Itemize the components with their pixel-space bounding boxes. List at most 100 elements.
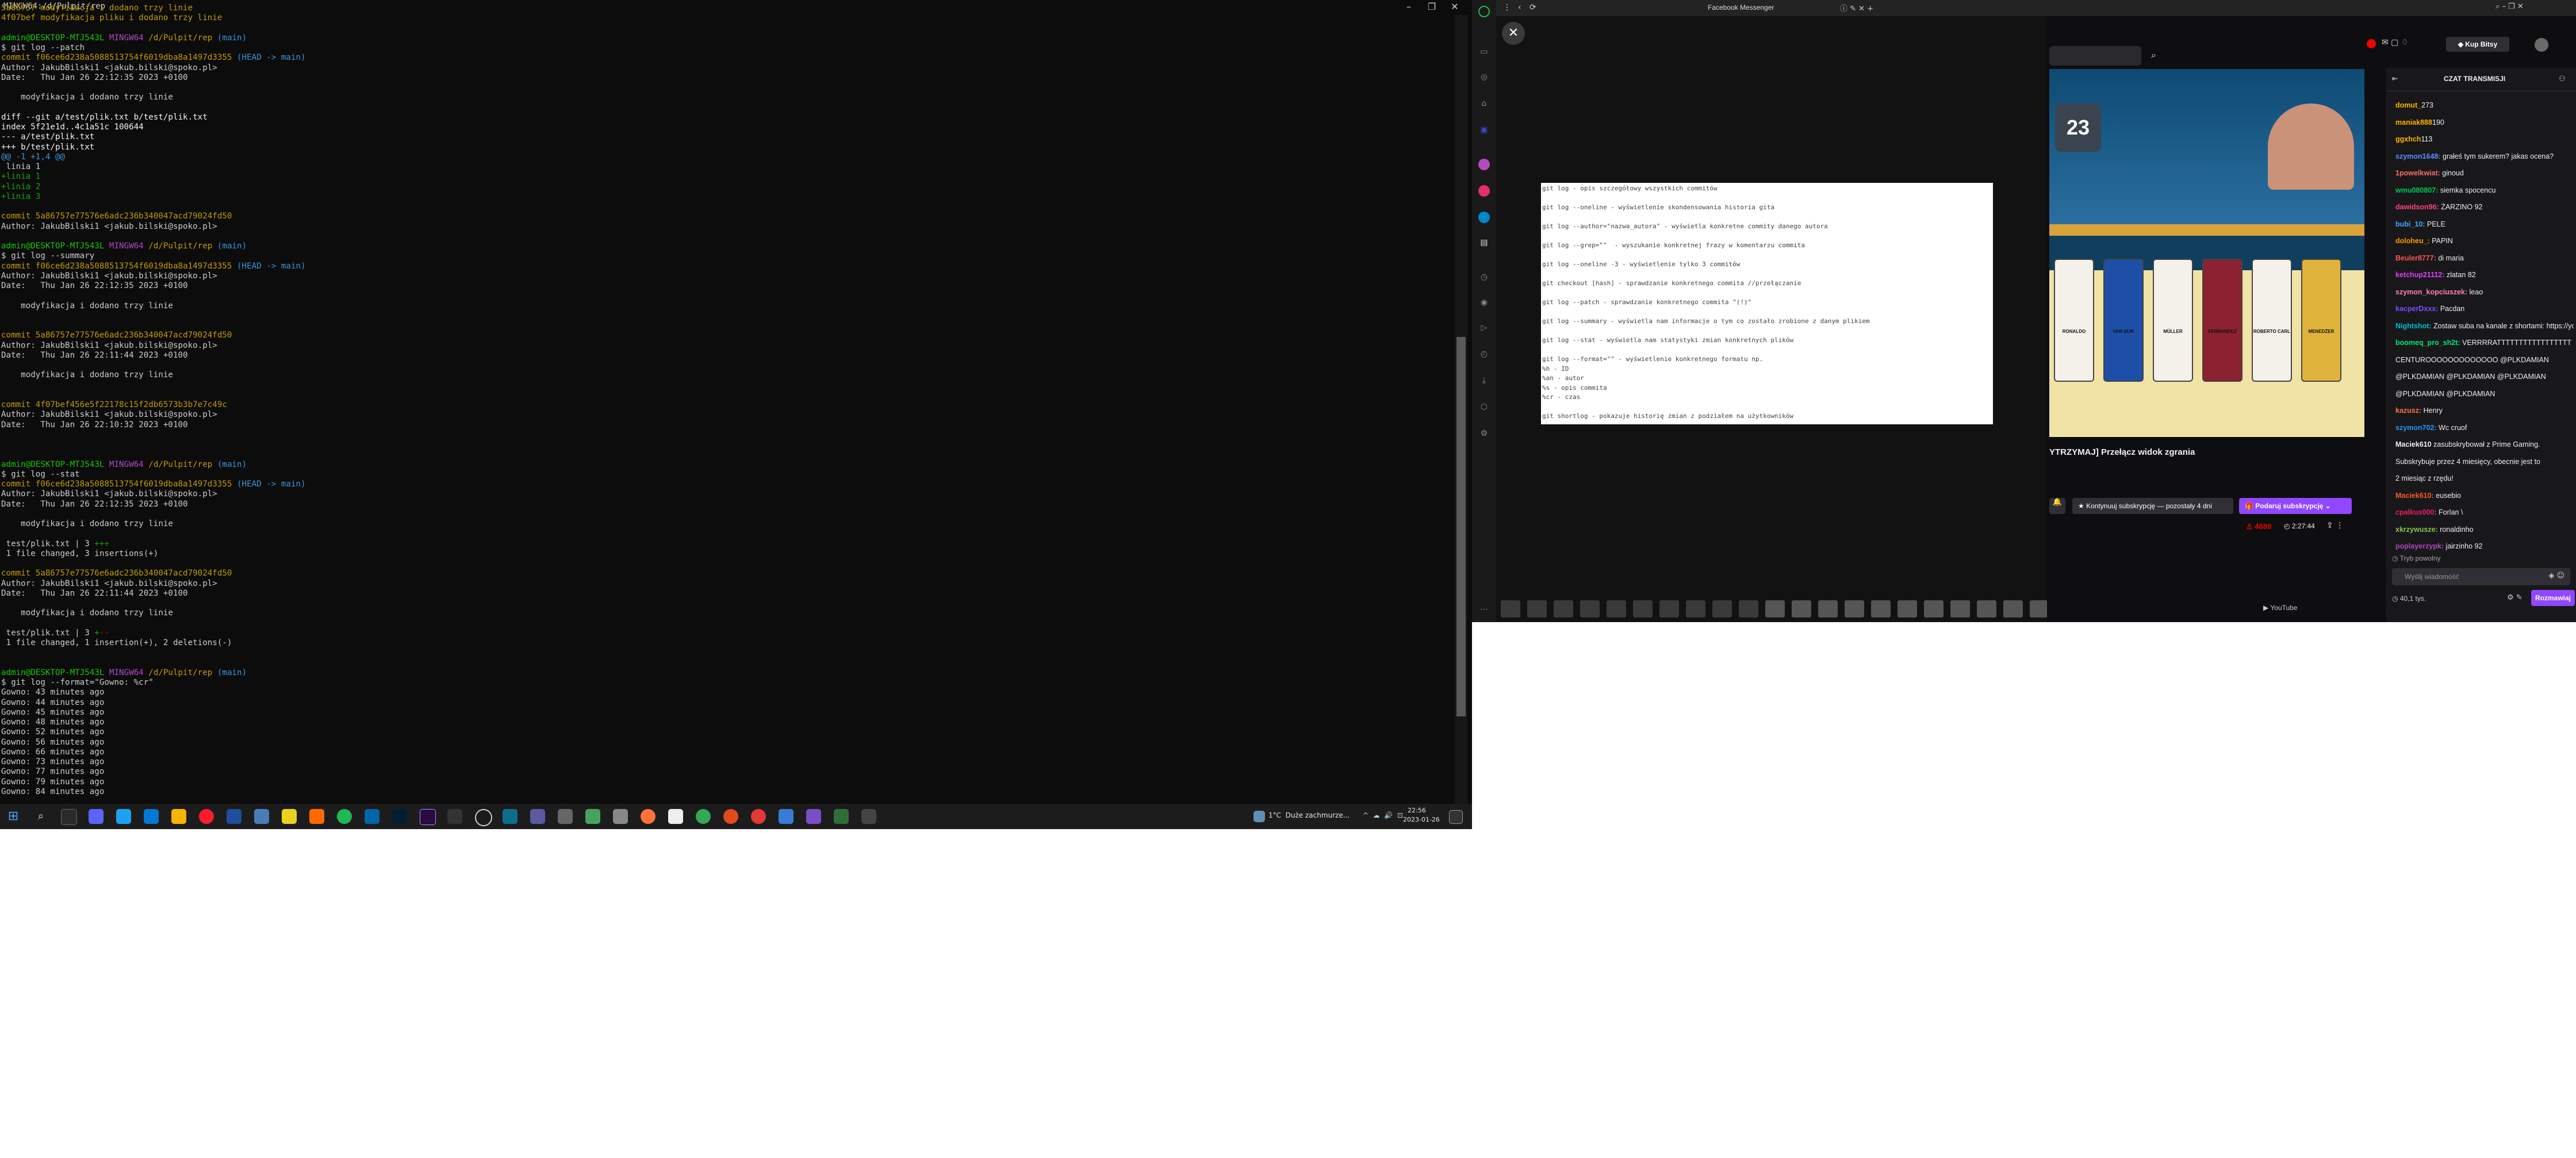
after-effects-icon[interactable] <box>420 809 436 825</box>
weather-icon[interactable] <box>1254 811 1265 822</box>
chat-username[interactable]: Maciek610: <box>2395 492 2434 500</box>
app-icon-14[interactable] <box>668 809 683 824</box>
thumbnail[interactable] <box>1686 600 1705 618</box>
chat-username[interactable]: szymon_kopciuszek: <box>2395 288 2467 296</box>
thumbnail[interactable] <box>2030 600 2049 618</box>
terminal-output[interactable]: 5a86757 modyfikacja i dodano trzy linie 4… <box>1 3 1450 797</box>
chat-username[interactable]: kacperDxxx: <box>2395 305 2438 313</box>
avatar[interactable] <box>2535 38 2548 52</box>
app-icon-3[interactable] <box>227 809 241 824</box>
terminal-window[interactable]: MINGW64:/d/Pulpit/rep – ❐ ✕ 5a86757 mody… <box>0 0 1472 811</box>
chat-username[interactable]: maniak888 <box>2395 118 2432 126</box>
spotify-icon[interactable] <box>337 809 352 824</box>
stream-video[interactable]: 23 RONALDO VAN DIJK MÜLLER FERNANDEZ ROBERTO… <box>2049 69 2364 437</box>
app-icon-2[interactable] <box>144 809 159 824</box>
thumbnail[interactable] <box>1845 600 1864 618</box>
notifications-badge[interactable] <box>2367 39 2376 48</box>
chat-users-icon[interactable]: ⚇ <box>2559 75 2566 83</box>
search-icon[interactable]: ⌕ <box>2151 49 2156 61</box>
inbox-icon[interactable]: ✉ ▢ ♢ <box>2382 38 2408 47</box>
app-icon-10[interactable] <box>530 809 545 824</box>
app-icon-9[interactable] <box>503 809 518 824</box>
task-view-icon[interactable] <box>61 809 77 825</box>
chat-username[interactable]: dawidson96: <box>2395 203 2439 211</box>
scrollbar-thumb[interactable] <box>1456 337 1466 716</box>
app-icon-1[interactable] <box>116 809 131 824</box>
clock-date[interactable]: 2023-01-26 <box>1403 816 1440 823</box>
file-explorer-icon[interactable] <box>171 809 186 824</box>
chat-settings-icon[interactable]: ⚙ ✎ <box>2507 593 2523 602</box>
thumbnail[interactable] <box>1765 600 1785 618</box>
chat-username[interactable]: boomeq_pro_sh2t: <box>2395 339 2460 347</box>
chat-username[interactable]: szymon1648: <box>2395 152 2441 160</box>
weather-text[interactable]: 1°C Duże zachmurze... <box>1268 811 1350 819</box>
app-icon-16[interactable] <box>751 809 766 824</box>
chat-username[interactable]: domut_ <box>2395 101 2421 109</box>
channel-points[interactable]: ◷ 40,1 tys. <box>2392 595 2426 603</box>
youtube-link[interactable]: ▶ YouTube <box>2263 604 2298 612</box>
chat-username[interactable]: doloheu_: <box>2395 237 2430 245</box>
emote-icon[interactable]: ◈ ☺ <box>2548 572 2564 580</box>
sidebar-icon-3[interactable]: ⌂ <box>1478 98 1490 109</box>
chat-username[interactable]: bubi_10: <box>2395 220 2425 228</box>
app-icon-8[interactable] <box>475 809 492 826</box>
notify-bell-button[interactable]: 🔔 <box>2049 498 2065 514</box>
notification-icon[interactable] <box>1449 810 1463 824</box>
thumbnail[interactable] <box>1897 600 1917 618</box>
thumbnail[interactable] <box>1739 600 1758 618</box>
app-icon-4[interactable] <box>254 809 269 824</box>
reload-icon[interactable]: ⟳ <box>1529 3 1536 12</box>
thumbnail[interactable] <box>1527 600 1547 618</box>
git-bash-icon[interactable] <box>834 809 849 824</box>
chat-send-button[interactable]: Rozmawiaj <box>2531 590 2575 606</box>
clock-time[interactable]: 22:56 <box>1408 807 1426 814</box>
continue-subscription-button[interactable]: ★ Kontynuuj subskrypcję — pozostały 4 dn… <box>2072 498 2233 514</box>
back-icon[interactable]: ‹ <box>1518 3 1521 12</box>
opera-sidebar-icon[interactable] <box>1478 6 1490 17</box>
telegram-sidebar-icon[interactable] <box>1478 212 1490 223</box>
chat-username[interactable]: cpalkus000: <box>2395 508 2437 516</box>
thumbnail[interactable] <box>1554 600 1573 618</box>
thumbnail[interactable] <box>1580 600 1600 618</box>
chat-username[interactable]: ggxhch <box>2395 135 2421 143</box>
app-icon-15[interactable] <box>723 809 738 824</box>
sidebar-icon-7[interactable]: ▷ <box>1478 322 1490 333</box>
tray-icons[interactable]: ^ ☁ 🔊 ⊡ <box>1363 811 1403 819</box>
app-icon-17[interactable] <box>779 809 793 824</box>
close-viewer-button[interactable]: ✕ <box>1502 22 1525 45</box>
thumbnail[interactable] <box>1950 600 1970 618</box>
thumbnail[interactable] <box>1659 600 1679 618</box>
start-icon[interactable]: ⊞ <box>6 809 21 824</box>
visual-studio-icon[interactable] <box>806 809 821 824</box>
chrome-icon[interactable] <box>696 809 711 824</box>
app-icon-18[interactable] <box>861 809 876 824</box>
chat-username[interactable]: ketchup21112: <box>2395 271 2444 279</box>
share-icon[interactable]: ⇪ ⋮ <box>2326 521 2344 530</box>
app-icon-11[interactable] <box>558 809 573 824</box>
downloads-icon[interactable]: ⤓ <box>1478 375 1490 386</box>
gift-subscription-button[interactable]: 🎁 Podaruj subskrypcję ⌄ <box>2239 498 2352 514</box>
thumbnail[interactable] <box>1818 600 1838 618</box>
buy-bits-button[interactable]: ◆ Kup Bitsy <box>2446 37 2509 52</box>
messenger-sidebar-icon[interactable] <box>1478 159 1490 170</box>
search-icon[interactable]: ⌕ <box>33 809 48 824</box>
app-icon-12[interactable] <box>585 809 600 824</box>
vscode-icon[interactable] <box>365 809 379 824</box>
thumbnail[interactable] <box>1607 600 1626 618</box>
more-icon[interactable]: ⋯ <box>1478 604 1490 615</box>
thumbnail[interactable] <box>1633 600 1653 618</box>
thumbnail[interactable] <box>1712 600 1732 618</box>
firefox-icon[interactable] <box>641 809 656 824</box>
tab-title[interactable]: Facebook Messenger <box>1708 3 1774 11</box>
menu-icon[interactable]: ⋮ <box>1503 3 1511 12</box>
sidebar-icon-5[interactable]: ◷ <box>1478 271 1490 283</box>
chat-input[interactable]: Wyślij wiadomość ◈ ☺ <box>2392 568 2570 585</box>
chat-username[interactable]: Nightshot: <box>2395 322 2431 330</box>
twitch-sidebar-icon[interactable]: ▣ <box>1478 124 1490 136</box>
browser-window[interactable]: ⋮ ‹ ⟳ Facebook Messenger ⓘ ✎ ✕ + ⌕ – ❐ ✕… <box>1472 0 2576 622</box>
thumbnail[interactable] <box>1977 600 1996 618</box>
thumbnail[interactable] <box>1792 600 1811 618</box>
thumbnail[interactable] <box>2003 600 2023 618</box>
extensions-icon[interactable]: ⬡ <box>1478 401 1490 413</box>
thumbnail[interactable] <box>1924 600 1943 618</box>
